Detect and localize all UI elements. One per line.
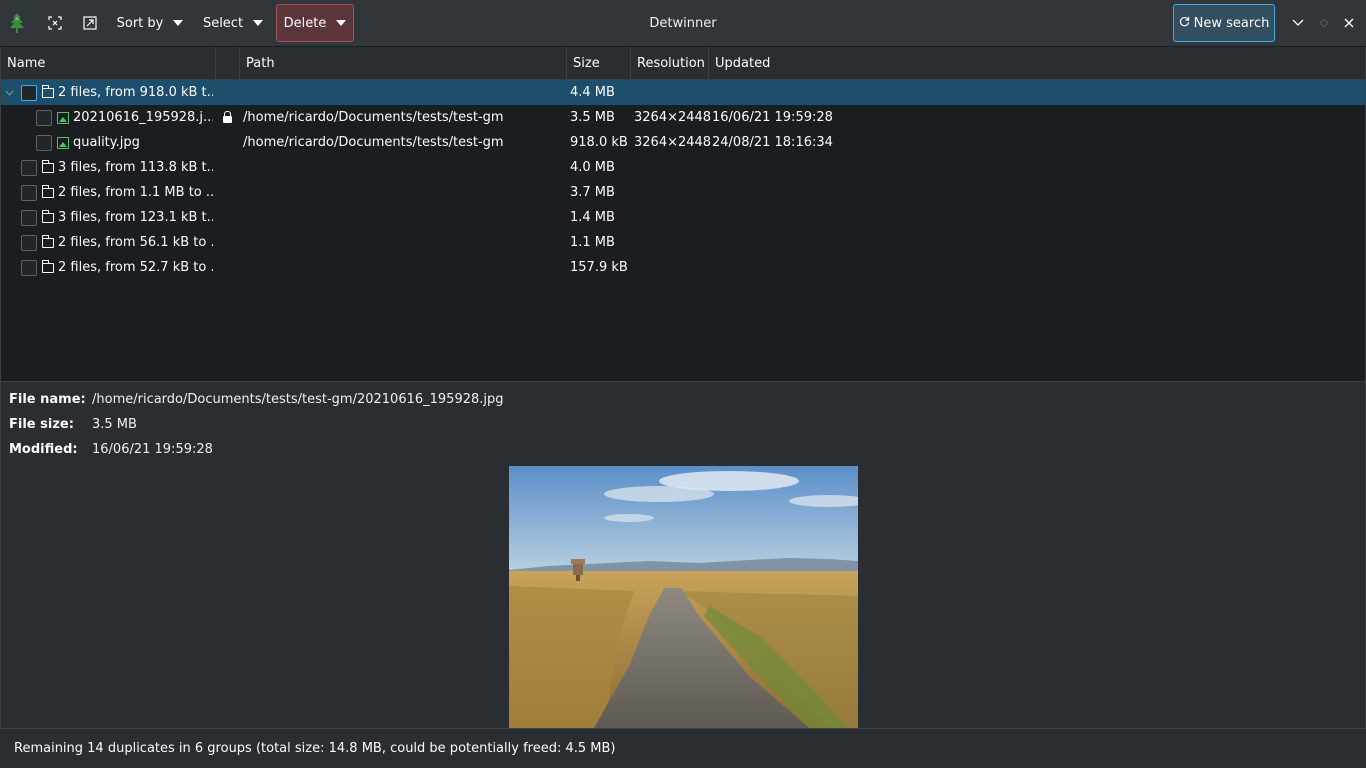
column-header-name[interactable]: Name xyxy=(1,47,216,79)
file-size-value: 3.5 MB xyxy=(92,417,137,432)
row-updated: 24/08/21 18:16:34 xyxy=(712,135,833,150)
row-size: 4.0 MB xyxy=(570,160,615,175)
row-resolution: 3264×2448 xyxy=(634,110,712,125)
table-row[interactable]: 2 files, from 918.0 kB t... 4.4 MB xyxy=(1,80,1365,105)
row-size: 1.1 MB xyxy=(570,235,615,250)
row-checkbox[interactable] xyxy=(21,84,37,101)
row-checkbox[interactable] xyxy=(21,234,37,251)
file-name-value: /home/ricardo/Documents/tests/test-gm/20… xyxy=(92,392,504,407)
table-row[interactable]: 2 files, from 56.1 kB to ... 1.1 MB xyxy=(1,230,1365,255)
select-button[interactable]: Select xyxy=(196,4,270,42)
folder-icon xyxy=(42,259,54,273)
refresh-icon xyxy=(1179,16,1190,30)
modified-value: 16/06/21 19:59:28 xyxy=(92,442,213,457)
folder-icon xyxy=(42,209,54,223)
expand-chevron-icon[interactable] xyxy=(5,80,14,105)
lock-icon[interactable] xyxy=(223,111,232,123)
row-name: 2 files, from 52.7 kB to ... xyxy=(58,260,213,275)
row-size: 918.0 kB xyxy=(570,135,628,150)
row-size: 3.7 MB xyxy=(570,185,615,200)
folder-icon xyxy=(42,159,54,173)
row-checkbox[interactable] xyxy=(21,259,37,276)
row-path: /home/ricardo/Documents/tests/test-gm xyxy=(243,135,504,150)
row-path: /home/ricardo/Documents/tests/test-gm xyxy=(243,110,504,125)
row-name: quality.jpg xyxy=(73,135,140,150)
file-details-panel: File name: /home/ricardo/Documents/tests… xyxy=(0,382,1366,728)
row-name: 3 files, from 113.8 kB t... xyxy=(58,160,213,175)
new-search-button[interactable]: New search xyxy=(1173,4,1275,42)
row-checkbox[interactable] xyxy=(21,184,37,201)
select-label: Select xyxy=(202,15,244,31)
column-header-lock[interactable] xyxy=(216,47,240,79)
row-checkbox[interactable] xyxy=(21,209,37,226)
delete-label: Delete xyxy=(283,15,327,31)
minimize-window-icon[interactable] xyxy=(1287,4,1309,42)
column-header-updated[interactable]: Updated xyxy=(709,47,1365,79)
file-name-label: File name: xyxy=(9,392,86,407)
sort-by-label: Sort by xyxy=(116,15,164,31)
app-logo-icon xyxy=(4,4,30,42)
folder-icon xyxy=(42,184,54,198)
duplicates-tree[interactable]: Name Path Size Resolution Updated 2 file… xyxy=(0,47,1366,382)
image-preview xyxy=(509,466,858,728)
table-row[interactable]: 2 files, from 1.1 MB to ... 3.7 MB xyxy=(1,180,1365,205)
chevron-down-icon xyxy=(253,20,264,26)
row-updated: 16/06/21 19:59:28 xyxy=(712,110,833,125)
row-size: 4.4 MB xyxy=(570,85,615,100)
modified-label: Modified: xyxy=(9,442,78,457)
chevron-down-icon xyxy=(336,20,347,26)
table-row[interactable]: 2 files, from 52.7 kB to ... 157.9 kB xyxy=(1,255,1365,280)
status-text: Remaining 14 duplicates in 6 groups (tot… xyxy=(14,741,616,756)
table-row[interactable]: 3 files, from 113.8 kB t... 4.0 MB xyxy=(1,155,1365,180)
row-size: 1.4 MB xyxy=(570,210,615,225)
row-name: 2 files, from 918.0 kB t... xyxy=(58,85,213,100)
chevron-down-icon xyxy=(173,20,184,26)
row-name: 2 files, from 1.1 MB to ... xyxy=(58,185,213,200)
header-bar: Sort by Select Delete Detwinner New sear… xyxy=(0,0,1366,47)
window-title: Detwinner xyxy=(649,16,717,31)
table-header: Name Path Size Resolution Updated xyxy=(1,47,1365,80)
folder-icon xyxy=(42,84,54,98)
row-name: 20210616_195928.j... xyxy=(73,110,213,125)
row-name: 3 files, from 123.1 kB t... xyxy=(58,210,213,225)
table-row[interactable]: 20210616_195928.j... /home/ricardo/Docum… xyxy=(1,105,1365,130)
table-row[interactable]: 3 files, from 123.1 kB t... 1.4 MB xyxy=(1,205,1365,230)
new-search-label: New search xyxy=(1193,15,1270,31)
folder-icon xyxy=(42,234,54,248)
expand-all-icon[interactable] xyxy=(42,4,68,42)
row-resolution: 3264×2448 xyxy=(634,135,712,150)
image-file-icon xyxy=(57,136,69,149)
collapse-all-icon[interactable] xyxy=(77,4,103,42)
row-checkbox[interactable] xyxy=(21,159,37,176)
column-header-path[interactable]: Path xyxy=(240,47,567,79)
maximize-window-icon[interactable] xyxy=(1313,4,1335,42)
status-bar: Remaining 14 duplicates in 6 groups (tot… xyxy=(0,728,1366,768)
close-window-icon[interactable] xyxy=(1338,4,1360,42)
row-name: 2 files, from 56.1 kB to ... xyxy=(58,235,213,250)
image-file-icon xyxy=(57,111,69,124)
file-size-label: File size: xyxy=(9,417,74,432)
row-size: 157.9 kB xyxy=(570,260,628,275)
column-header-size[interactable]: Size xyxy=(567,47,631,79)
column-header-resolution[interactable]: Resolution xyxy=(631,47,709,79)
row-size: 3.5 MB xyxy=(570,110,615,125)
row-checkbox[interactable] xyxy=(36,109,52,126)
delete-button[interactable]: Delete xyxy=(276,4,354,42)
table-row[interactable]: quality.jpg /home/ricardo/Documents/test… xyxy=(1,130,1365,155)
sort-by-button[interactable]: Sort by xyxy=(110,4,190,42)
row-checkbox[interactable] xyxy=(36,134,52,151)
